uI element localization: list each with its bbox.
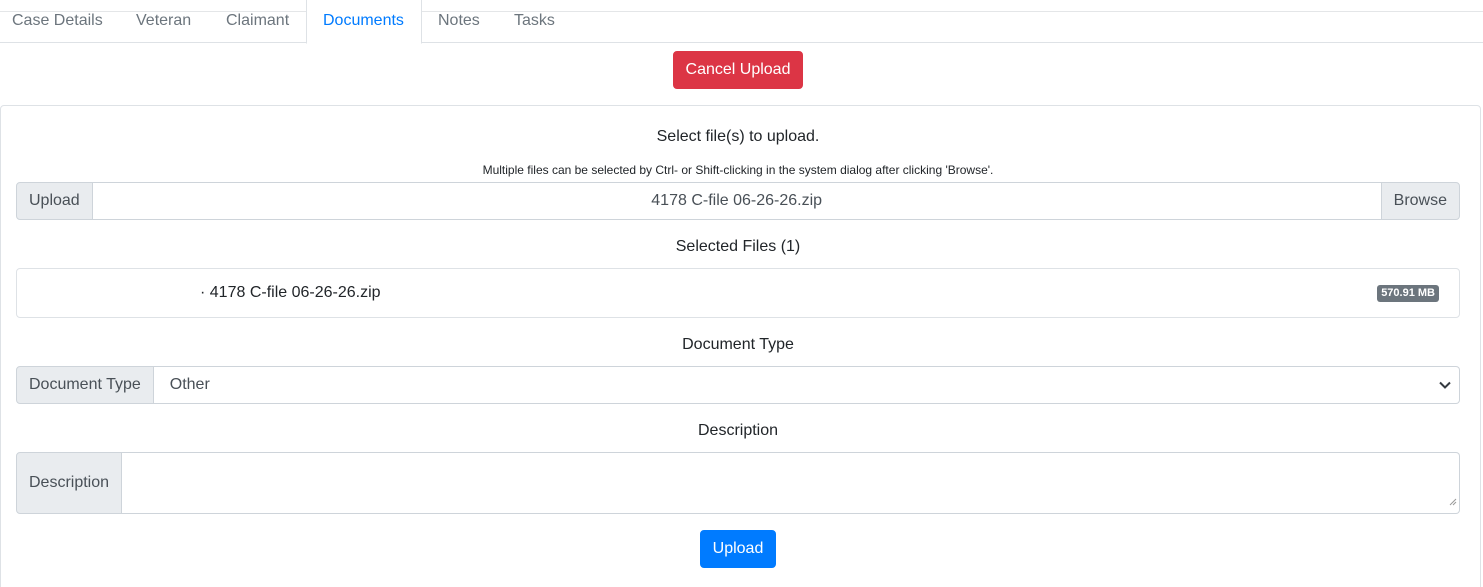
- upload-button[interactable]: Upload: [700, 530, 776, 568]
- description-group: Description: [16, 452, 1460, 514]
- tab-label: Notes: [438, 12, 480, 29]
- file-item-name: · 4178 C-file 06-26-26.zip: [200, 284, 381, 301]
- browse-button[interactable]: Browse: [1380, 182, 1460, 220]
- cancel-upload-button[interactable]: Cancel Upload: [673, 51, 803, 89]
- document-type-label: Document Type: [16, 366, 154, 404]
- document-type-group: Document Type Other: [16, 366, 1460, 404]
- tab-tasks[interactable]: Tasks: [502, 0, 567, 43]
- description-title: Description: [697, 422, 779, 439]
- tab-label: Documents: [323, 12, 404, 29]
- tab-bar: Case Details Veteran Claimant Documents …: [0, 0, 1483, 44]
- tab-notes[interactable]: Notes: [426, 0, 492, 43]
- file-upload-group: Upload 4178 C-file 06-26-26.zip Browse: [16, 182, 1460, 220]
- description-label: Description: [16, 452, 123, 514]
- document-type-value: Other: [169, 376, 210, 393]
- upload-label: Upload: [16, 182, 93, 220]
- tab-documents[interactable]: Documents: [306, 0, 422, 44]
- selected-files-title: Selected Files (1): [675, 238, 801, 255]
- upload-hint: Multiple files can be selected by Ctrl- …: [482, 163, 994, 177]
- tab-label: Tasks: [514, 12, 555, 29]
- tab-label: Case Details: [12, 12, 103, 29]
- tab-claimant[interactable]: Claimant: [214, 0, 301, 43]
- tab-label: Claimant: [226, 12, 290, 29]
- page: Case Details Veteran Claimant Documents …: [0, 0, 1483, 587]
- selected-files-list: · 4178 C-file 06-26-26.zip 570.91 MB: [16, 268, 1460, 318]
- resize-handle-icon[interactable]: [1449, 493, 1457, 511]
- document-type-title: Document Type: [682, 336, 794, 353]
- upload-title: Select file(s) to upload.: [656, 128, 820, 145]
- tab-veteran[interactable]: Veteran: [124, 0, 203, 43]
- tab-label: Veteran: [136, 12, 192, 29]
- chevron-down-icon: [1439, 381, 1451, 389]
- file-size-badge: 570.91 MB: [1377, 285, 1439, 302]
- file-input[interactable]: 4178 C-file 06-26-26.zip: [92, 182, 1381, 220]
- document-type-select[interactable]: Other: [153, 366, 1460, 404]
- description-textarea[interactable]: [122, 452, 1460, 514]
- tab-case-details[interactable]: Case Details: [0, 0, 115, 43]
